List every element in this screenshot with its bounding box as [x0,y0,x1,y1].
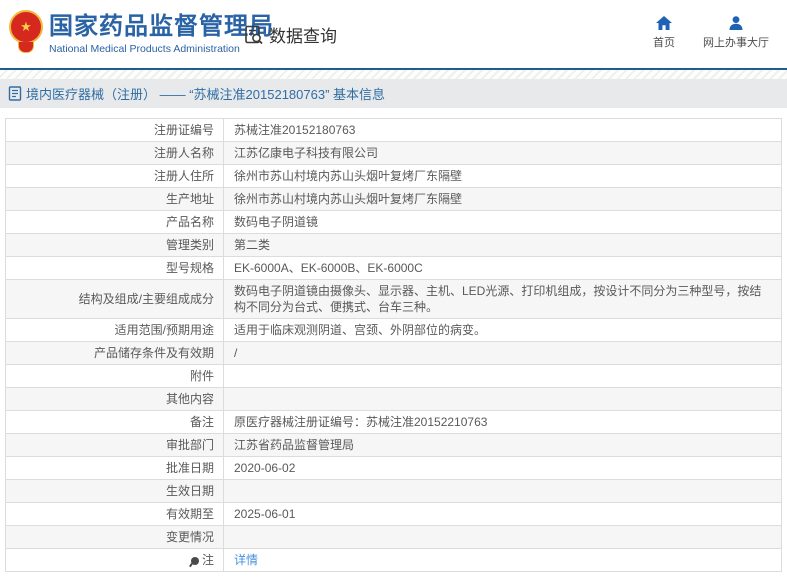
org-name-en: National Medical Products Administration [49,42,274,56]
table-row: 适用范围/预期用途 适用于临床观测阴道、宫颈、外阴部位的病变。 [6,319,782,342]
table-row: 其他内容 [6,388,782,411]
row-label: 其他内容 [166,392,214,406]
site-header: ★ 国家药品监督管理局 National Medical Products Ad… [0,0,787,70]
row-label: 注册人名称 [154,146,214,160]
table-row: 产品名称 数码电子阴道镜 [6,211,782,234]
row-label: 批准日期 [166,461,214,475]
table-row: 注 详情 [6,549,782,572]
table-row: 注册人名称 江苏亿康电子科技有限公司 [6,142,782,165]
data-query-label: 数据查询 [269,22,337,47]
table-row: 管理类别 第二类 [6,234,782,257]
row-label: 变更情况 [166,530,214,544]
document-icon [8,86,22,101]
row-label: 适用范围/预期用途 [115,323,214,337]
table-row: 注册证编号 苏械注准20152180763 [6,119,782,142]
row-label: 注册人住所 [154,169,214,183]
data-query-nav[interactable]: 数据查询 [243,22,337,47]
details-link[interactable]: 详情 [234,553,258,567]
table-row: 产品储存条件及有效期 / [6,342,782,365]
row-value: 苏械注准20152180763 [234,123,355,137]
row-value: 徐州市苏山村境内苏山头烟叶复烤厂东隔壁 [234,169,462,183]
home-icon [656,16,672,30]
table-row: 生效日期 [6,480,782,503]
table-row: 注册人住所 徐州市苏山村境内苏山头烟叶复烤厂东隔壁 [6,165,782,188]
row-label: 型号规格 [166,261,214,275]
row-value: 适用于临床观测阴道、宫颈、外阴部位的病变。 [234,323,486,337]
row-label: 注 [202,553,214,567]
row-value: / [234,346,237,360]
row-value: EK-6000A、EK-6000B、EK-6000C [234,261,423,275]
row-label: 审批部门 [166,438,214,452]
table-row: 结构及组成/主要组成成分 数码电子阴道镜由摄像头、显示器、主机、LED光源、打印机… [6,280,782,319]
table-row: 生产地址 徐州市苏山村境内苏山头烟叶复烤厂东隔壁 [6,188,782,211]
table-wrap: 注册证编号苏械注准20152180763注册人名称江苏亿康电子科技有限公司注册人… [0,108,787,572]
row-value: 数码电子阴道镜 [234,215,318,229]
row-value: 第二类 [234,238,270,252]
hatch-strip [0,70,787,79]
table-row: 审批部门 江苏省药品监督管理局 [6,434,782,457]
row-label: 管理类别 [166,238,214,252]
row-value: 江苏省药品监督管理局 [234,438,354,452]
row-value: 2020-06-02 [234,461,295,475]
table-row: 备注 原医疗器械注册证编号：苏械注准20152210763 [6,411,782,434]
row-value: 徐州市苏山村境内苏山头烟叶复烤厂东隔壁 [234,192,462,206]
top-nav: 首页 网上办事大厅 [625,16,769,50]
org-names: 国家药品监督管理局 National Medical Products Admi… [49,10,274,56]
table-row: 变更情况 [6,526,782,549]
row-label: 生产地址 [166,192,214,206]
row-value: 2025-06-01 [234,507,295,521]
row-label: 注册证编号 [154,123,214,137]
emblem-circle: ★ [9,10,43,44]
national-emblem-icon: ★ [9,10,43,60]
table-row: 型号规格 EK-6000A、EK-6000B、EK-6000C [6,257,782,280]
row-label: 附件 [190,369,214,383]
row-label: 生效日期 [166,484,214,498]
table-row: 附件 [6,365,782,388]
note-icon [191,557,199,565]
emblem-ribbon [18,42,34,53]
nav-service-hall-label: 网上办事大厅 [703,34,769,50]
nmpa-logo: ★ 国家药品监督管理局 National Medical Products Ad… [9,10,274,60]
table-row: 有效期至 2025-06-01 [6,503,782,526]
person-icon [728,16,744,30]
row-value: 原医疗器械注册证编号：苏械注准20152210763 [234,415,487,429]
row-value: 数码电子阴道镜由摄像头、显示器、主机、LED光源、打印机组成，按设计不同分为三种… [234,284,761,314]
nav-home-label: 首页 [653,34,675,50]
row-label: 产品名称 [166,215,214,229]
nav-home[interactable]: 首页 [653,16,675,50]
breadcrumb: 境内医疗器械（注册） —— “苏械注准20152180763” 基本信息 [0,79,787,108]
row-label: 结构及组成/主要组成成分 [79,292,214,306]
row-label: 产品储存条件及有效期 [94,346,214,360]
row-label: 有效期至 [166,507,214,521]
doc-search-icon [243,24,265,46]
nav-service-hall[interactable]: 网上办事大厅 [703,16,769,50]
row-label: 备注 [190,415,214,429]
page-title: 境内医疗器械（注册） —— “苏械注准20152180763” 基本信息 [26,84,385,103]
registration-info-table: 注册证编号苏械注准20152180763注册人名称江苏亿康电子科技有限公司注册人… [5,118,782,572]
table-row: 批准日期 2020-06-02 [6,457,782,480]
org-name-zh: 国家药品监督管理局 [49,12,274,42]
info-table-body: 注册证编号苏械注准20152180763注册人名称江苏亿康电子科技有限公司注册人… [6,119,782,572]
star-icon: ★ [20,20,32,33]
row-value: 江苏亿康电子科技有限公司 [234,146,378,160]
